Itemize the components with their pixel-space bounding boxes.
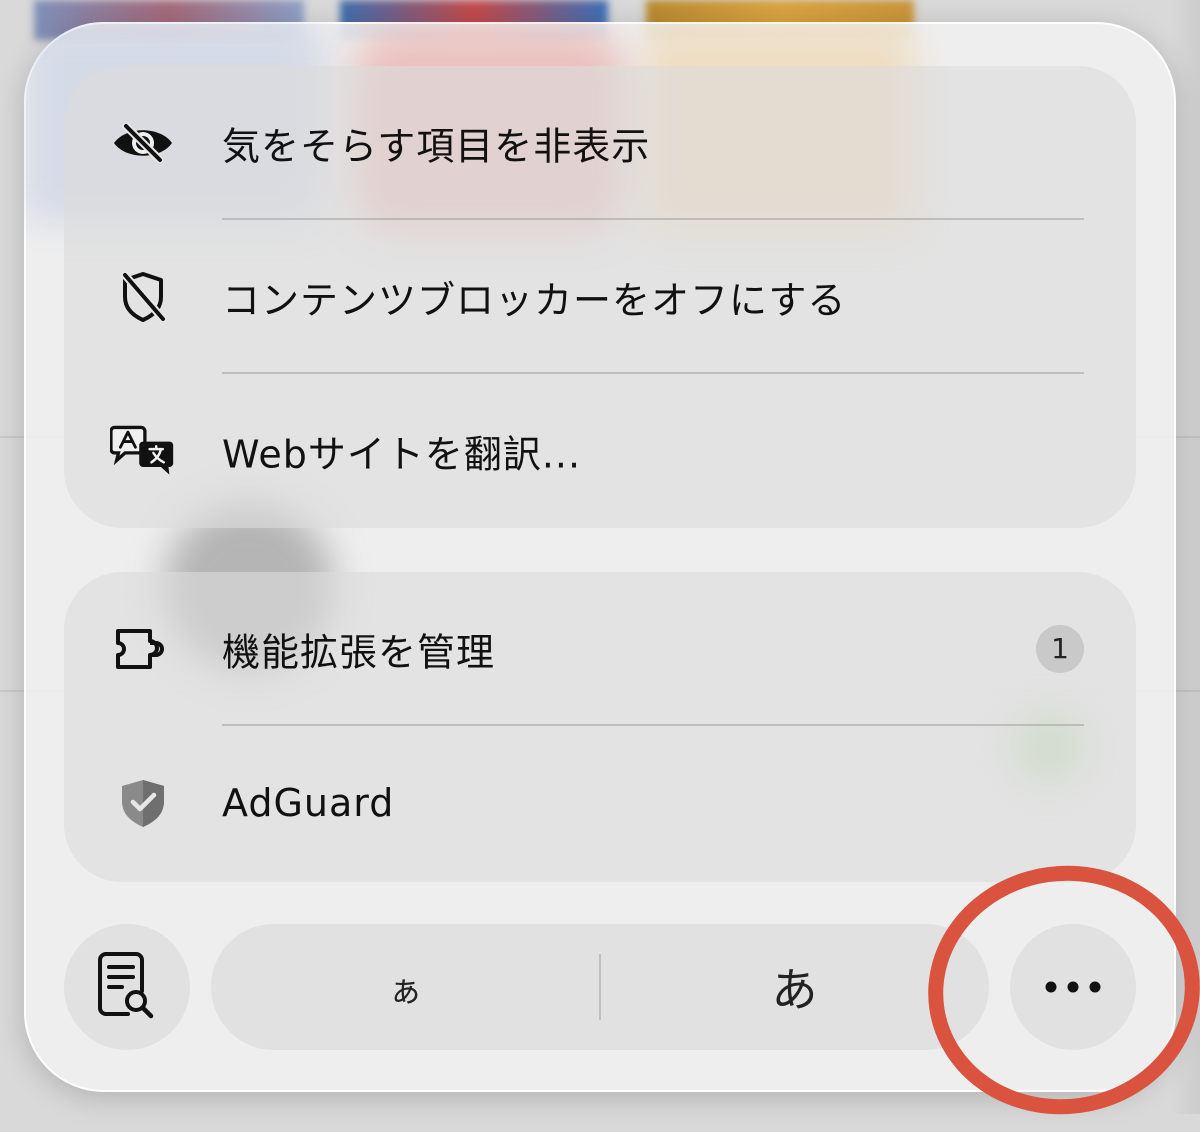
menu-item-label: Webサイトを翻訳... — [222, 432, 582, 477]
menu-item-label: 気をそらす項目を非表示 — [222, 124, 651, 169]
menu-group-page-actions: 気をそらす項目を非表示 コンテンツブロッカーをオフにする Webサイトを翻訳..… — [64, 66, 1136, 528]
adguard-shield-icon — [110, 770, 176, 836]
puzzle-piece-icon — [110, 616, 176, 682]
decrease-font-size-button[interactable]: ぁ — [211, 924, 600, 1050]
menu-item-translate-website[interactable]: Webサイトを翻訳... — [64, 374, 1136, 528]
menu-item-manage-extensions[interactable]: 機能拡張を管理 1 — [64, 572, 1136, 726]
eye-slash-icon — [110, 110, 176, 176]
text-size-control: ぁ あ — [211, 924, 989, 1050]
shield-slash-icon — [110, 264, 176, 330]
decrease-font-size-label: ぁ — [388, 970, 423, 1011]
menu-item-label: コンテンツブロッカーをオフにする — [222, 278, 847, 323]
menu-item-label: AdGuard — [222, 781, 395, 825]
menu-item-hide-distracting-items[interactable]: 気をそらす項目を非表示 — [64, 66, 1136, 220]
document-magnifier-icon — [98, 951, 156, 1023]
menu-item-label: 機能拡張を管理 — [222, 630, 496, 675]
reader-view-button[interactable] — [64, 924, 190, 1050]
increase-font-size-label: あ — [771, 963, 818, 1017]
menu-item-disable-content-blockers[interactable]: コンテンツブロッカーをオフにする — [64, 220, 1136, 374]
extensions-count-badge: 1 — [1036, 625, 1084, 673]
menu-item-adguard[interactable]: AdGuard — [64, 726, 1136, 880]
menu-group-extensions: 機能拡張を管理 1 AdGuard — [64, 572, 1136, 882]
translate-icon — [110, 418, 176, 484]
